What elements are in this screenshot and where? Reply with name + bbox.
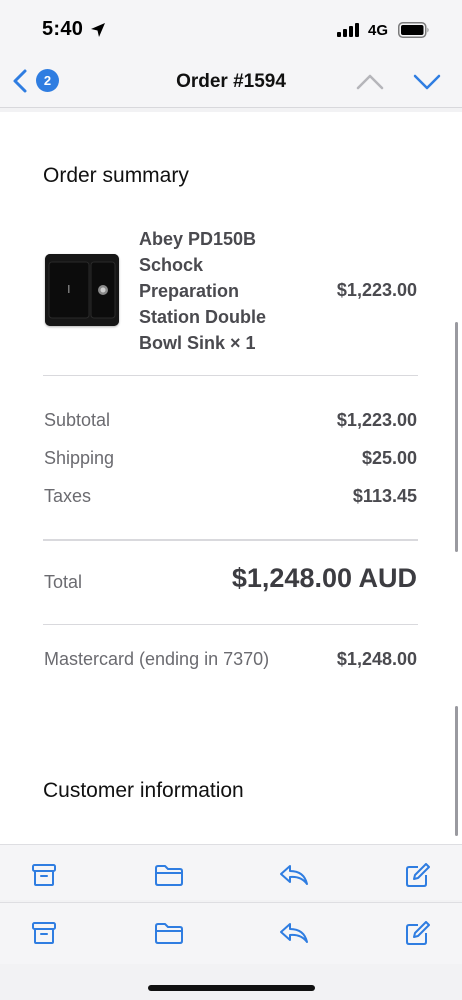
location-arrow-icon (91, 23, 105, 37)
folder-icon[interactable] (154, 863, 184, 887)
shipping-label: Shipping (44, 448, 115, 468)
divider (43, 539, 418, 541)
product-image (45, 254, 119, 326)
nav-bar: 2 Order #1594 (0, 58, 462, 108)
folder-icon[interactable] (154, 921, 184, 945)
customer-information-heading: Customer information (43, 779, 244, 802)
order-summary-heading: Order summary (43, 164, 189, 187)
mail-toolbar (0, 844, 462, 900)
page-title: Order #1594 (176, 71, 286, 92)
chevron-up-icon[interactable] (355, 72, 385, 92)
archive-icon[interactable] (31, 921, 57, 945)
status-bar: 5:40 4G (0, 0, 462, 58)
total-label: Total (44, 572, 83, 592)
product-name: Abey PD150B Schock Preparation Station D… (139, 229, 266, 353)
chevron-down-icon[interactable] (412, 72, 442, 92)
scrollbar (455, 706, 458, 836)
email-body[interactable]: Order summary Abey PD150B Schock Prepara… (0, 112, 462, 844)
compose-icon[interactable] (404, 921, 432, 947)
subtotal-label: Subtotal (44, 410, 111, 430)
mail-toolbar (0, 902, 462, 964)
product-price: $1,223.00 (336, 280, 417, 300)
compose-icon[interactable] (404, 863, 432, 889)
scrollbar (455, 322, 458, 552)
total-value: $1,248.00 AUD (231, 563, 417, 593)
reply-icon[interactable] (279, 863, 309, 887)
shipping-value: $25.00 (361, 448, 417, 468)
battery-icon (398, 22, 429, 38)
network-type: 4G (368, 22, 389, 39)
archive-icon[interactable] (31, 863, 57, 887)
divider (43, 624, 418, 625)
taxes-label: Taxes (44, 486, 92, 506)
home-indicator[interactable] (148, 985, 315, 991)
payment-method-label: Mastercard (ending in 7370) (44, 649, 270, 669)
payment-amount: $1,248.00 (336, 649, 417, 669)
reply-icon[interactable] (279, 921, 309, 945)
taxes-value: $113.45 (352, 486, 417, 506)
status-time: 5:40 (42, 18, 84, 40)
divider (43, 375, 418, 376)
signal-icon (337, 23, 359, 37)
subtotal-value: $1,223.00 (336, 410, 417, 430)
